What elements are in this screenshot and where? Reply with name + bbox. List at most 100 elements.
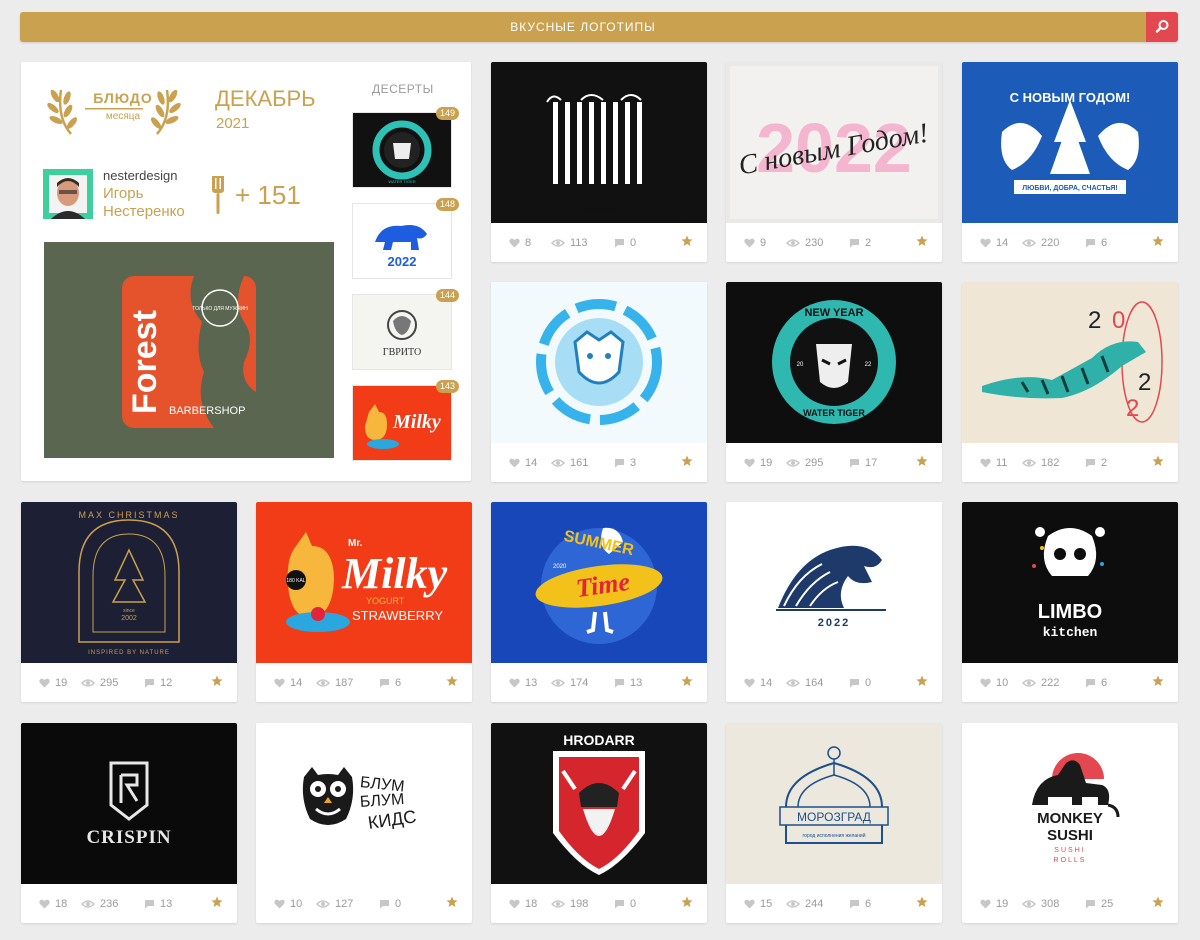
search-button[interactable] [1146,12,1178,42]
logo-card[interactable]: HRODARR 18 198 0 [491,723,707,923]
comments-link[interactable]: 6 [849,897,871,911]
comments-link[interactable]: 0 [379,897,401,911]
comments-link[interactable]: 17 [849,456,877,470]
logo-thumbnail[interactable]: CRISPIN [21,723,237,884]
logo-thumbnail[interactable]: 2022 [726,502,942,663]
star-icon[interactable] [916,675,928,687]
logo-thumbnail[interactable]: HRODARR [491,723,707,884]
comments-link[interactable]: 25 [1085,897,1113,911]
dessert-item[interactable]: ГВРИТО 144 [352,289,459,370]
logo-card[interactable]: NEW YEAR WATER TIGER 20 22 19 295 17 [726,282,942,482]
logo-card[interactable]: CRISPIN 18 236 13 [21,723,237,923]
comments-link[interactable]: 2 [849,236,871,250]
logo-card[interactable]: SUMMER Time 2020 13 174 13 [491,502,707,702]
comments-link[interactable]: 6 [1085,676,1107,690]
star-icon[interactable] [916,235,928,247]
logo-thumbnail[interactable]: MONKEY SUSHI SUSHI ROLLS [962,723,1178,884]
like-button[interactable]: 10 [980,676,1008,690]
eye-icon [1022,900,1036,908]
like-button[interactable]: 19 [39,676,67,690]
comments-link[interactable]: 3 [614,456,636,470]
star-icon[interactable] [211,896,223,908]
like-button[interactable]: 15 [744,897,772,911]
like-button[interactable]: 18 [39,897,67,911]
star-icon[interactable] [1152,455,1164,467]
comments-link[interactable]: 0 [849,676,871,690]
logo-card[interactable]: LIMBO kitchen 10 222 6 [962,502,1178,702]
logo-card[interactable]: ЕВГЕНИЯ 8 113 0 [491,62,707,262]
like-button[interactable]: 18 [509,897,537,911]
logo-card[interactable]: 180 KAL Mr. Milky YOGURT STRAWBERRY 14 1… [256,502,472,702]
view-count: 308 [1041,898,1060,910]
star-icon[interactable] [211,675,223,687]
logo-thumbnail[interactable] [491,282,707,443]
like-button[interactable]: 14 [274,676,302,690]
star-icon[interactable] [681,235,693,247]
star-icon[interactable] [681,896,693,908]
author-nickname[interactable]: nesterdesign [103,168,177,183]
top-bar: ВКУСНЫЕ ЛОГОТИПЫ [20,12,1178,42]
comments-link[interactable]: 0 [614,897,636,911]
logo-card[interactable]: 2022 С новым Годом! 9 230 2 [726,62,942,262]
featured-logo-image[interactable]: ТОЛЬКО ДЛЯ МУЖЧИН Forest BARBERSHOP [44,242,334,458]
like-button[interactable]: 8 [509,236,531,250]
like-button[interactable]: 19 [744,456,772,470]
like-button[interactable]: 14 [509,456,537,470]
comments-link[interactable]: 2 [1085,456,1107,470]
star-icon[interactable] [681,675,693,687]
author-avatar[interactable] [43,169,93,219]
logo-thumbnail[interactable]: МОРОЗГРАД город исполнения желаний [726,723,942,884]
star-icon[interactable] [1152,235,1164,247]
logo-thumbnail[interactable]: MAX CHRISTMAS since 2002 INSPIRED BY NAT… [21,502,237,663]
like-button[interactable]: 14 [744,676,772,690]
like-button[interactable]: 14 [980,236,1008,250]
comments-link[interactable]: 6 [1085,236,1107,250]
logo-card[interactable]: 14 161 3 [491,282,707,482]
dessert-item[interactable]: 2022 148 [352,198,459,279]
comments-link[interactable]: 0 [614,236,636,250]
logo-thumbnail[interactable]: LIMBO kitchen [962,502,1178,663]
star-icon[interactable] [446,675,458,687]
logo-card[interactable]: С НОВЫМ ГОДОМ! ЛЮБВИ, ДОБРА, СЧАСТЬЯ! 14… [962,62,1178,262]
star-icon[interactable] [681,455,693,467]
comments-link[interactable]: 12 [144,676,172,690]
star-icon[interactable] [916,896,928,908]
views-counter: 164 [786,676,823,690]
logo-card[interactable]: MAX CHRISTMAS since 2002 INSPIRED BY NAT… [21,502,237,702]
logo-thumbnail[interactable]: БЛУМ БЛУМ КИДС [256,723,472,884]
like-button[interactable]: 10 [274,897,302,911]
comments-link[interactable]: 13 [614,676,642,690]
logo-card[interactable]: БЛУМ БЛУМ КИДС 10 127 0 [256,723,472,923]
logo-thumbnail[interactable]: 2022 С новым Годом! [726,62,942,223]
logo-card[interactable]: МОРОЗГРАД город исполнения желаний 15 24… [726,723,942,923]
logo-thumbnail[interactable]: С НОВЫМ ГОДОМ! ЛЮБВИ, ДОБРА, СЧАСТЬЯ! [962,62,1178,223]
logo-thumbnail[interactable]: 180 KAL Mr. Milky YOGURT STRAWBERRY [256,502,472,663]
like-count: 18 [525,898,538,910]
like-button[interactable]: 9 [744,236,766,250]
star-icon[interactable] [446,896,458,908]
dessert-item[interactable]: WATER TIGER 149 [352,107,459,188]
star-icon[interactable] [1152,675,1164,687]
award-month: ДЕКАБРЬ [215,86,316,111]
star-icon[interactable] [916,455,928,467]
dessert-caption: 2022 [388,254,417,269]
like-button[interactable]: 13 [509,676,537,690]
logo-thumbnail[interactable]: 2 0 2 2 [962,282,1178,443]
dessert-score-badge: 143 [435,380,459,393]
like-button[interactable]: 19 [980,897,1008,911]
comments-link[interactable]: 6 [379,676,401,690]
star-icon[interactable] [1152,896,1164,908]
logo-thumbnail[interactable]: ЕВГЕНИЯ [491,62,707,223]
comment-icon [850,239,859,248]
comments-link[interactable]: 13 [144,897,172,911]
dessert-item[interactable]: Milky 143 [352,380,459,461]
logo-thumbnail[interactable]: SUMMER Time 2020 [491,502,707,663]
logo-card[interactable]: MONKEY SUSHI SUSHI ROLLS 19 308 25 [962,723,1178,923]
logo-card[interactable]: 2 0 2 2 11 182 2 [962,282,1178,482]
like-button[interactable]: 11 [980,456,1007,470]
eye-icon [786,459,800,467]
logo-thumbnail[interactable]: NEW YEAR WATER TIGER 20 22 [726,282,942,443]
logo-card[interactable]: 2022 14 164 0 [726,502,942,702]
site-title[interactable]: ВКУСНЫЕ ЛОГОТИПЫ [20,12,1146,42]
author-name[interactable]: Игорь Нестеренко [103,185,213,221]
